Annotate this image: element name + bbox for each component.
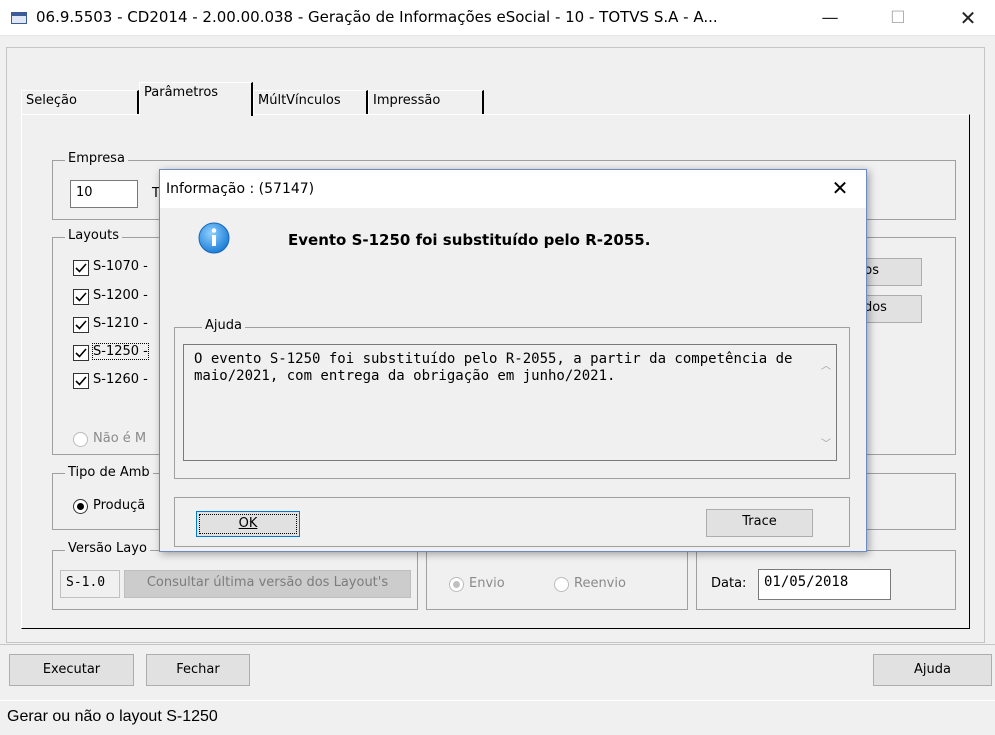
envio-radio[interactable] <box>449 577 464 592</box>
status-bar: Gerar ou não o layout S-1250 <box>0 700 995 735</box>
envio-radio-label: Envio <box>469 576 505 591</box>
dialog-titlebar: Informação : (57147) ✕ <box>160 170 866 208</box>
trace-button[interactable]: Trace <box>706 509 813 537</box>
tab-impressao[interactable]: Impressão <box>368 90 484 114</box>
layout-s1250-label: S-1250 - <box>92 343 149 360</box>
ok-button[interactable]: OK <box>196 511 300 537</box>
app-window-icon <box>11 12 27 24</box>
trace-label: Trace <box>742 514 777 529</box>
executar-label: Executar <box>42 662 101 677</box>
nao-radio-label: Não é M <box>93 431 147 446</box>
versao-group-label: Versão Layo <box>65 541 150 556</box>
data-input[interactable]: 01/05/2018 <box>758 569 891 600</box>
ambiente-group-label: Tipo de Amb <box>65 465 153 480</box>
window-title: 06.9.5503 - CD2014 - 2.00.00.038 - Geraç… <box>36 8 718 26</box>
consultar-versao-button[interactable]: Consultar última versão dos Layout's <box>124 570 411 598</box>
layouts-group-label: Layouts <box>65 228 122 243</box>
tab-multvinculos[interactable]: MúltVínculos <box>253 90 368 114</box>
dialog-help-textarea[interactable]: O evento S-1250 foi substituído pelo R-2… <box>183 344 837 461</box>
info-dialog: Informação : (57147) ✕ Evento S-1250 foi… <box>159 169 867 552</box>
footer-divider <box>0 644 995 645</box>
ajuda-button[interactable]: Ajuda <box>873 654 992 686</box>
info-icon <box>198 222 230 254</box>
executar-button[interactable]: Executar <box>9 654 134 686</box>
dialog-help-label: Ajuda <box>202 318 245 333</box>
layout-s1070-checkbox[interactable] <box>73 260 89 276</box>
scroll-down-icon[interactable]: ﹀ <box>821 435 831 450</box>
reenvio-radio-label: Reenvio <box>574 576 626 591</box>
versao-value-field: S-1.0 <box>60 570 120 598</box>
dialog-message: Evento S-1250 foi substituído pelo R-205… <box>288 231 651 249</box>
tab-selecao[interactable]: Seleção <box>21 90 139 114</box>
dialog-close-button[interactable]: ✕ <box>822 176 858 202</box>
layout-s1070-label: S-1070 - <box>93 259 148 274</box>
layout-s1200-checkbox[interactable] <box>73 289 89 305</box>
layout-s1200-label: S-1200 - <box>93 288 148 303</box>
window-titlebar: 06.9.5503 - CD2014 - 2.00.00.038 - Geraç… <box>0 0 995 36</box>
scroll-up-icon[interactable]: ︿ <box>821 357 831 372</box>
fechar-button[interactable]: Fechar <box>146 654 250 686</box>
tab-selecao-label: Seleção <box>26 93 77 108</box>
data-label: Data: <box>711 576 747 591</box>
layout-s1210-checkbox[interactable] <box>73 317 89 333</box>
empresa-code-input[interactable]: 10 <box>70 180 138 208</box>
close-window-button[interactable]: ✕ <box>945 0 991 35</box>
help-scrollbar[interactable]: ︿ ﹀ <box>818 347 835 458</box>
layout-s1260-checkbox[interactable] <box>73 373 89 389</box>
tab-parametros[interactable]: Parâmetros <box>139 82 253 116</box>
dialog-help-text: O evento S-1250 foi substituído pelo R-2… <box>194 351 793 384</box>
producao-radio-label: Produçã <box>93 498 146 513</box>
tab-multvinculos-label: MúltVínculos <box>258 93 341 108</box>
minimize-button[interactable]: — <box>807 0 853 35</box>
tab-impressao-label: Impressão <box>373 93 441 108</box>
empresa-group-label: Empresa <box>65 151 128 166</box>
ajuda-label: Ajuda <box>914 662 951 677</box>
reenvio-radio[interactable] <box>554 577 569 592</box>
tab-parametros-label: Parâmetros <box>144 85 219 100</box>
layout-s1260-label: S-1260 - <box>93 372 148 387</box>
ok-label: OK <box>238 516 258 531</box>
layout-s1210-label: S-1210 - <box>93 316 148 331</box>
producao-radio[interactable] <box>73 499 88 514</box>
nao-radio[interactable] <box>73 432 88 447</box>
dialog-title: Informação : (57147) <box>166 181 315 197</box>
layout-s1250-checkbox[interactable] <box>73 345 89 361</box>
status-text: Gerar ou não o layout S-1250 <box>7 708 218 725</box>
maximize-button[interactable]: ☐ <box>875 0 921 35</box>
fechar-label: Fechar <box>176 662 220 677</box>
